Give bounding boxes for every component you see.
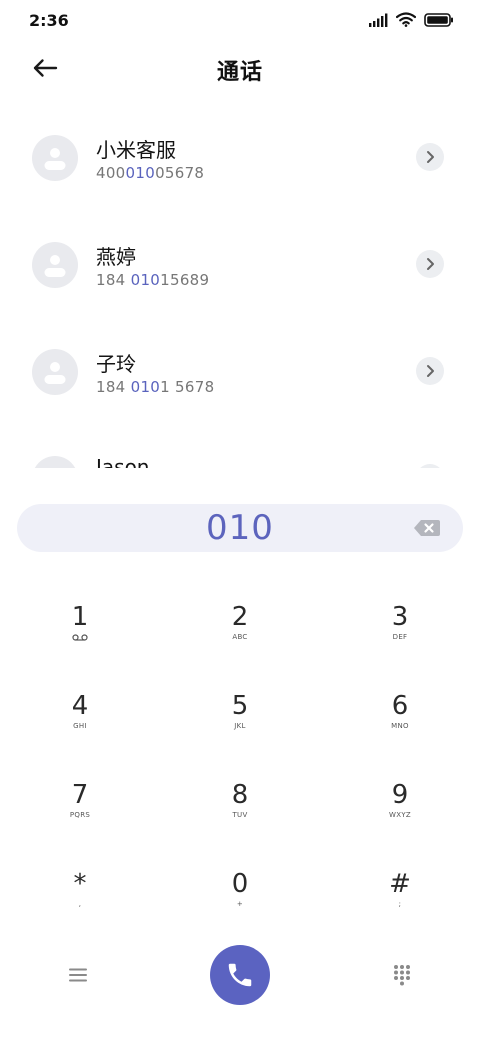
key-8[interactable]: 8 TUV [180,758,300,847]
key-hash[interactable]: # ; [340,847,460,936]
status-time: 2:36 [29,11,69,30]
battery-icon [424,12,454,27]
dialed-number: 010 [206,508,274,548]
key-3[interactable]: 3 DEF [340,580,460,669]
number-text: 15689 [160,271,210,289]
key-star[interactable]: * , [20,847,140,936]
contact-name: Jason [96,455,150,468]
key-6[interactable]: 6 MNO [340,669,460,758]
key-9[interactable]: 9 WXYZ [340,758,460,847]
key-digit: 4 [71,691,89,721]
key-letters: JKL [234,722,246,730]
key-letters: DEF [392,633,408,641]
avatar [32,135,78,181]
contact-row[interactable]: 子玲 184 0101 5678 [0,318,480,425]
contact-row[interactable]: 小米客服 40001005678 [0,104,480,211]
person-icon [44,148,66,170]
key-digit: 8 [231,780,249,810]
number-text: 1 5678 [160,378,215,396]
key-letters: GHI [73,722,87,730]
chevron-right-icon [427,258,434,270]
avatar [32,349,78,395]
key-letters: , [78,900,82,908]
key-letters: + [236,900,244,908]
contact-number: 40001005678 [96,164,204,182]
backspace-icon [414,520,440,536]
dialed-number-bar: 010 [17,504,463,552]
menu-button[interactable] [64,960,92,990]
number-text: 05678 [155,164,205,182]
number-text: 184 [96,378,131,396]
number-match: 010 [125,164,156,182]
avatar [32,456,78,468]
dialpad-icon [394,965,410,986]
contact-row[interactable]: 燕婷 184 01015689 [0,211,480,318]
chevron-right-icon [427,365,434,377]
key-0[interactable]: 0 + [180,847,300,936]
key-digit: * [73,869,87,899]
key-5[interactable]: 5 JKL [180,669,300,758]
contact-detail-button[interactable] [416,250,444,278]
wifi-icon [396,12,416,27]
person-icon [32,456,78,468]
contact-detail-button[interactable] [416,464,444,468]
key-digit: 9 [391,780,409,810]
key-digit: 5 [231,691,249,721]
key-4[interactable]: 4 GHI [20,669,140,758]
key-digit: 7 [71,780,89,810]
number-match: 010 [130,271,161,289]
contact-name: 小米客服 [96,138,176,162]
contact-list[interactable]: 小米客服 40001005678 燕婷 184 01015689 子玲 184 … [0,104,480,468]
contact-row[interactable]: Jason [0,425,480,468]
number-match: 010 [130,378,161,396]
contact-number: 184 01015689 [96,271,209,289]
key-letters: MNO [391,722,409,730]
call-button[interactable] [210,945,270,1005]
number-text: 184 [96,271,131,289]
status-icons [368,12,454,27]
contact-detail-button[interactable] [416,357,444,385]
phone-icon [228,963,252,987]
voicemail-icon [72,634,88,641]
chevron-right-icon [427,151,434,163]
contact-detail-button[interactable] [416,143,444,171]
header: 通话 [0,44,480,96]
key-digit: 1 [71,602,89,632]
bottom-action-bar [0,940,480,1010]
person-icon [44,255,66,277]
avatar [32,242,78,288]
person-icon [44,362,66,384]
signal-icon [368,13,388,27]
key-digit: 3 [391,602,409,632]
key-letters: ABC [232,633,248,641]
key-2[interactable]: 2 ABC [180,580,300,669]
key-letters: WXYZ [389,811,411,819]
backspace-button[interactable] [413,517,441,539]
key-letters: ; [398,900,402,908]
page-title: 通话 [216,60,263,85]
key-letters: PQRS [69,811,91,819]
key-digit: 0 [231,869,249,899]
key-1[interactable]: 1 [20,580,140,669]
number-text: 400 [96,164,126,182]
key-digit: 6 [391,691,409,721]
status-bar: 2:36 [0,0,480,40]
key-digit: 2 [231,602,249,632]
key-letters: TUV [232,811,248,819]
contact-name: 燕婷 [96,245,136,269]
keypad-toggle-button[interactable] [388,960,416,990]
key-7[interactable]: 7 PQRS [20,758,140,847]
key-digit: # [389,869,411,899]
contact-name: 子玲 [96,352,136,376]
keypad: 1 2 ABC 3 DEF 4 GHI 5 JKL 6 MNO 7 PQRS 8… [0,580,480,936]
contact-number: 184 0101 5678 [96,378,214,396]
menu-icon [69,968,87,982]
